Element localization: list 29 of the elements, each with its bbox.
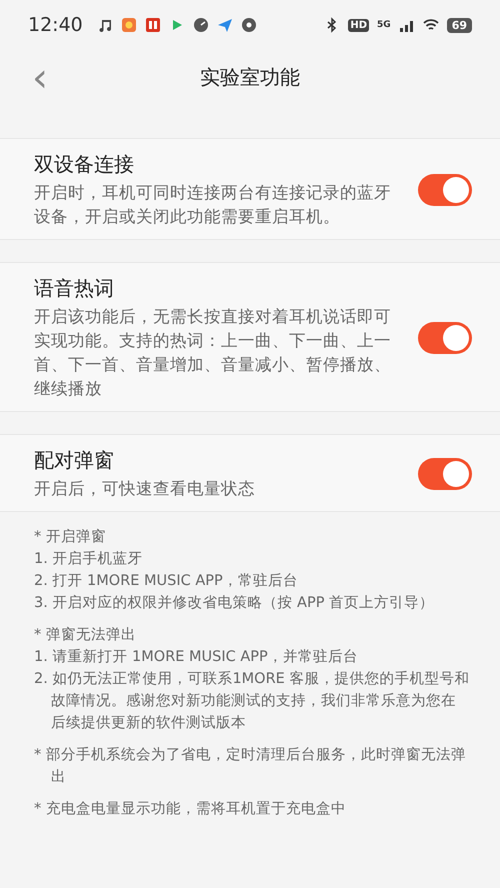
music-note-icon bbox=[96, 17, 113, 33]
note-text: 3. 开启对应的权限并修改省电策略（按 APP 首页上方引导） bbox=[34, 594, 436, 613]
note-text: * 部分手机系统会为了省电，定时清理后台服务，此时弹窗无法弹出 bbox=[34, 746, 467, 787]
feature-title: 双设备连接 bbox=[34, 151, 135, 178]
page-title: 实验室功能 bbox=[200, 64, 300, 91]
battery-indicator: 69 bbox=[446, 18, 472, 32]
app-icon bbox=[120, 17, 137, 33]
status-time: 12:40 bbox=[28, 14, 83, 36]
note-text: * 充电盒电量显示功能，需将耳机置于充电盒中 bbox=[34, 800, 347, 819]
feature-description: 开启该功能后，无需长按直接对着耳机说话即可实现功能。支持的热词：上一曲、下一曲、上一首、下一首、音量增加、音量减小、暂停播放、继续播放 bbox=[34, 306, 392, 400]
send-icon bbox=[216, 17, 233, 33]
note-text: 1. 开启手机蓝牙 bbox=[34, 550, 144, 569]
gauge-icon bbox=[192, 17, 209, 33]
hd-badge: HD bbox=[348, 18, 370, 32]
toggle-switch[interactable] bbox=[418, 322, 472, 354]
note-text: 1. 请重新打开 1MORE MUSIC APP，并常驻后台 bbox=[34, 648, 359, 667]
note-text: 2. 如仍无法正常使用，可联系1MORE 客服，提供您的手机型号和故障情况。感谢您对新功能测试的支持，我们非常乐意为您在后续提供更新的软件测试版本 bbox=[34, 670, 470, 733]
network-label: 5G bbox=[377, 20, 391, 30]
note-text: 2. 打开 1MORE MUSIC APP，常驻后台 bbox=[34, 572, 299, 591]
note-text: * 开启弹窗 bbox=[34, 528, 107, 547]
toggle-switch[interactable] bbox=[418, 458, 472, 490]
feature-description: 开启后，可快速查看电量状态 bbox=[34, 478, 256, 500]
feature-description: 开启时，耳机可同时连接两台有连接记录的蓝牙设备，开启或关闭此功能需要重启耳机。 bbox=[34, 182, 392, 228]
note-text: * 弹窗无法弹出 bbox=[34, 626, 137, 645]
toggle-switch[interactable] bbox=[418, 174, 472, 206]
app-icon bbox=[144, 17, 161, 33]
feature-title: 语音热词 bbox=[34, 275, 115, 302]
back-button[interactable]: ‹ bbox=[28, 58, 52, 98]
feature-title: 配对弹窗 bbox=[34, 447, 115, 474]
